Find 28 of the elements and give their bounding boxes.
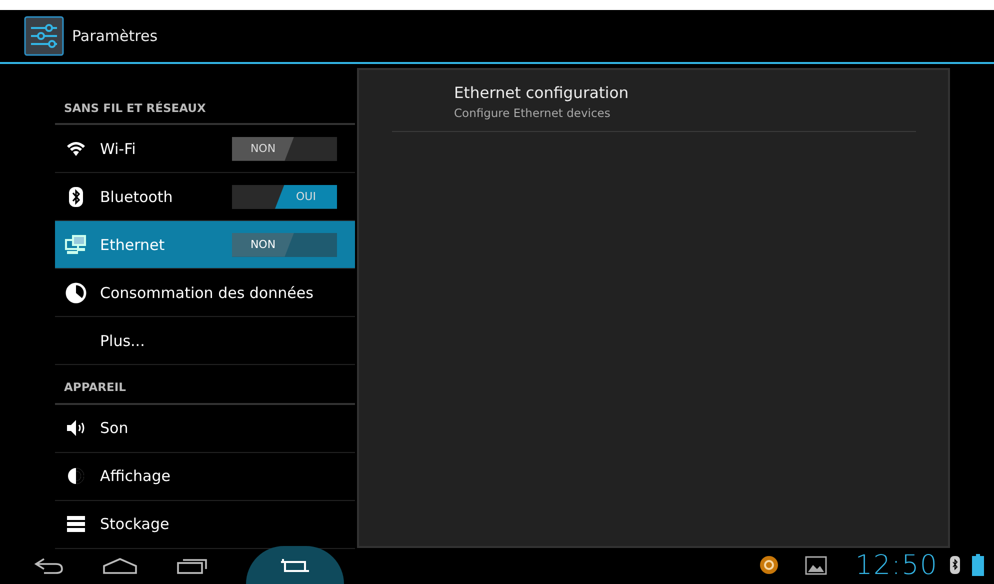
- recent-apps-icon: [176, 556, 208, 575]
- settings-item[interactable]: Affichage: [55, 452, 355, 500]
- ring-icon: [759, 555, 780, 575]
- back-icon: [32, 556, 64, 575]
- image-icon: [805, 555, 828, 575]
- item-summary: Configure Ethernet devices: [454, 105, 612, 122]
- section-header: SANS FIL ET RÉSEAUX: [55, 64, 355, 126]
- settings-item[interactable]: Bluetooth OUI: [55, 173, 355, 222]
- storage-icon: [65, 513, 87, 535]
- settings-item[interactable]: Consommation des données: [55, 269, 355, 318]
- brightness-icon: [65, 465, 87, 487]
- screen-title: Paramètres: [72, 26, 158, 47]
- section-header: APPAREIL: [55, 365, 355, 404]
- clock: 12:50: [855, 552, 938, 578]
- item-title: Ethernet configuration: [454, 83, 630, 104]
- computers-icon: [65, 234, 87, 256]
- settings-item[interactable]: Son: [55, 404, 355, 452]
- settings-item[interactable]: Wi-Fi NON: [55, 125, 355, 174]
- pie-chart-icon: [65, 282, 87, 304]
- toggle-switch[interactable]: NON: [232, 136, 337, 161]
- home-icon: [102, 556, 138, 575]
- settings-item[interactable]: Plus...: [55, 317, 355, 366]
- crop-icon: [279, 556, 311, 575]
- toggle-switch[interactable]: NON: [232, 232, 337, 257]
- settings-item[interactable]: Ethernet NON: [55, 221, 355, 270]
- battery-icon: [972, 554, 984, 576]
- settings-app-icon: [24, 16, 64, 56]
- bluetooth-icon: [950, 555, 960, 575]
